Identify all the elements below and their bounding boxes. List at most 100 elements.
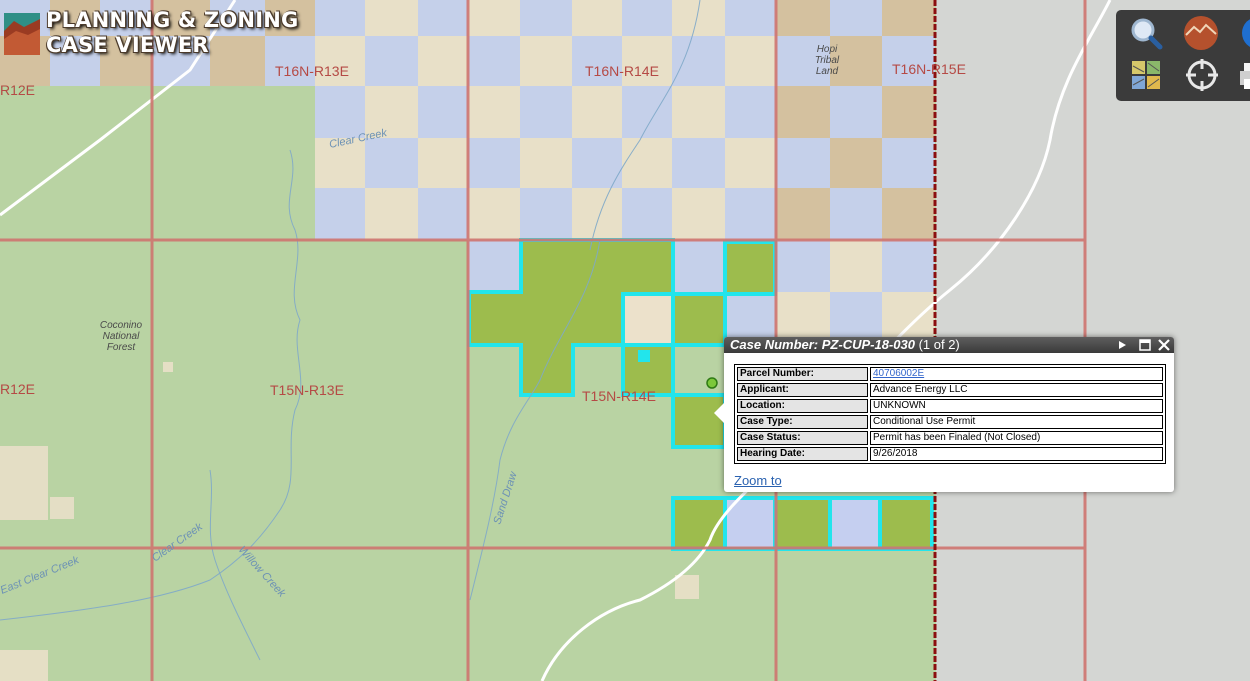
place-label: Coconino — [100, 320, 143, 331]
parcel — [773, 496, 832, 551]
land-section — [776, 0, 830, 36]
land-section — [418, 0, 468, 36]
layers-tool-button[interactable] — [1126, 57, 1166, 93]
land-section — [672, 138, 725, 188]
land-section — [468, 86, 520, 138]
land-section — [725, 36, 776, 86]
land-section — [776, 240, 830, 292]
land-section — [365, 36, 418, 86]
table-row: Hearing Date: 9/26/2018 — [737, 447, 1163, 461]
search-tool-button[interactable] — [1126, 15, 1166, 51]
popup-header: Case Number: PZ-CUP-18-030 (1 of 2) — [724, 337, 1174, 353]
close-icon[interactable] — [1157, 338, 1171, 352]
app-branding: PLANNING & ZONING CASE VIEWER — [4, 8, 298, 58]
land-section — [882, 188, 935, 240]
table-row: Case Type: Conditional Use Permit — [737, 415, 1163, 429]
land-section — [830, 86, 882, 138]
popup-result-count: (1 of 2) — [918, 337, 960, 352]
globe-icon — [1242, 19, 1250, 47]
land-section — [882, 0, 935, 36]
magnifier-icon — [1131, 18, 1163, 50]
land-section — [315, 0, 365, 36]
attr-label: Case Type: — [737, 415, 868, 429]
land-section — [622, 86, 672, 138]
land-section — [622, 0, 672, 36]
parcel — [671, 292, 727, 347]
land-section — [725, 86, 776, 138]
land-section — [830, 188, 882, 240]
land-section — [468, 0, 520, 36]
land-section — [830, 0, 882, 36]
land-section — [418, 188, 468, 240]
popup-pointer — [714, 403, 724, 423]
print-tool-button[interactable] — [1236, 57, 1250, 93]
land-section — [882, 138, 935, 188]
parcel — [621, 292, 675, 347]
place-label: National — [103, 331, 140, 342]
parcel — [638, 350, 650, 362]
table-row: Case Status: Permit has been Finaled (No… — [737, 431, 1163, 445]
map-tiles-icon — [1132, 61, 1160, 89]
place-label: Forest — [107, 342, 137, 353]
land-section — [725, 138, 776, 188]
land-section — [572, 188, 622, 240]
land-section — [468, 188, 520, 240]
land-section — [776, 86, 830, 138]
next-arrow-icon[interactable] — [1115, 338, 1129, 352]
attr-value: 9/26/2018 — [870, 447, 1163, 461]
land-section — [882, 86, 935, 138]
attr-label: Case Status: — [737, 431, 868, 445]
map-toolbar — [1116, 10, 1250, 101]
land-section — [882, 240, 935, 292]
land-section — [418, 86, 468, 138]
land-section — [830, 138, 882, 188]
township-label: T16N-R15E — [892, 61, 966, 77]
land-section — [622, 138, 672, 188]
land-section — [365, 0, 418, 36]
terrain-globe-icon — [1184, 16, 1218, 50]
land-section — [468, 138, 520, 188]
parcel — [828, 496, 882, 551]
land-section — [520, 138, 572, 188]
zoom-to-link[interactable]: Zoom to — [734, 473, 782, 488]
land-section — [672, 36, 725, 86]
maximize-icon[interactable] — [1138, 338, 1152, 352]
parcel-number-link[interactable]: 40706002E — [873, 368, 924, 379]
place-label: Land — [816, 66, 839, 77]
basemap-tool-button[interactable] — [1182, 15, 1222, 51]
land-section — [365, 188, 418, 240]
township-label: T15N-R13E — [270, 382, 344, 398]
attr-label: Hearing Date: — [737, 447, 868, 461]
land-section — [365, 138, 418, 188]
table-row: Applicant: Advance Energy LLC — [737, 383, 1163, 397]
land-section — [468, 36, 520, 86]
popup-title: Case Number: PZ-CUP-18-030 — [730, 337, 915, 352]
township-label: R12E — [0, 381, 35, 397]
township-label: R12E — [0, 82, 35, 98]
app-title: PLANNING & ZONING CASE VIEWER — [46, 8, 298, 58]
land-section — [418, 36, 468, 86]
locate-tool-button[interactable] — [1182, 57, 1222, 93]
globe-tool-button[interactable] — [1236, 15, 1250, 51]
printer-icon — [1240, 63, 1250, 89]
case-location-marker[interactable] — [706, 377, 718, 389]
township-label: T16N-R13E — [275, 63, 349, 79]
case-attribute-table: Parcel Number: 40706002E Applicant: Adva… — [734, 364, 1166, 464]
land-section — [520, 86, 572, 138]
parcel — [878, 496, 934, 551]
place-label: Tribal — [815, 55, 840, 66]
attr-value: Conditional Use Permit — [870, 415, 1163, 429]
land-section — [418, 138, 468, 188]
land-section — [725, 188, 776, 240]
county-logo-icon — [4, 13, 40, 55]
case-info-popup: Case Number: PZ-CUP-18-030 (1 of 2) Parc… — [714, 337, 1174, 492]
attr-value: UNKNOWN — [870, 399, 1163, 413]
land-section — [315, 188, 365, 240]
land-section — [572, 86, 622, 138]
land-section — [520, 36, 572, 86]
land-section — [672, 188, 725, 240]
table-row: Location: UNKNOWN — [737, 399, 1163, 413]
land-section — [520, 0, 572, 36]
land-section — [315, 86, 365, 138]
attr-label: Parcel Number: — [737, 367, 868, 381]
